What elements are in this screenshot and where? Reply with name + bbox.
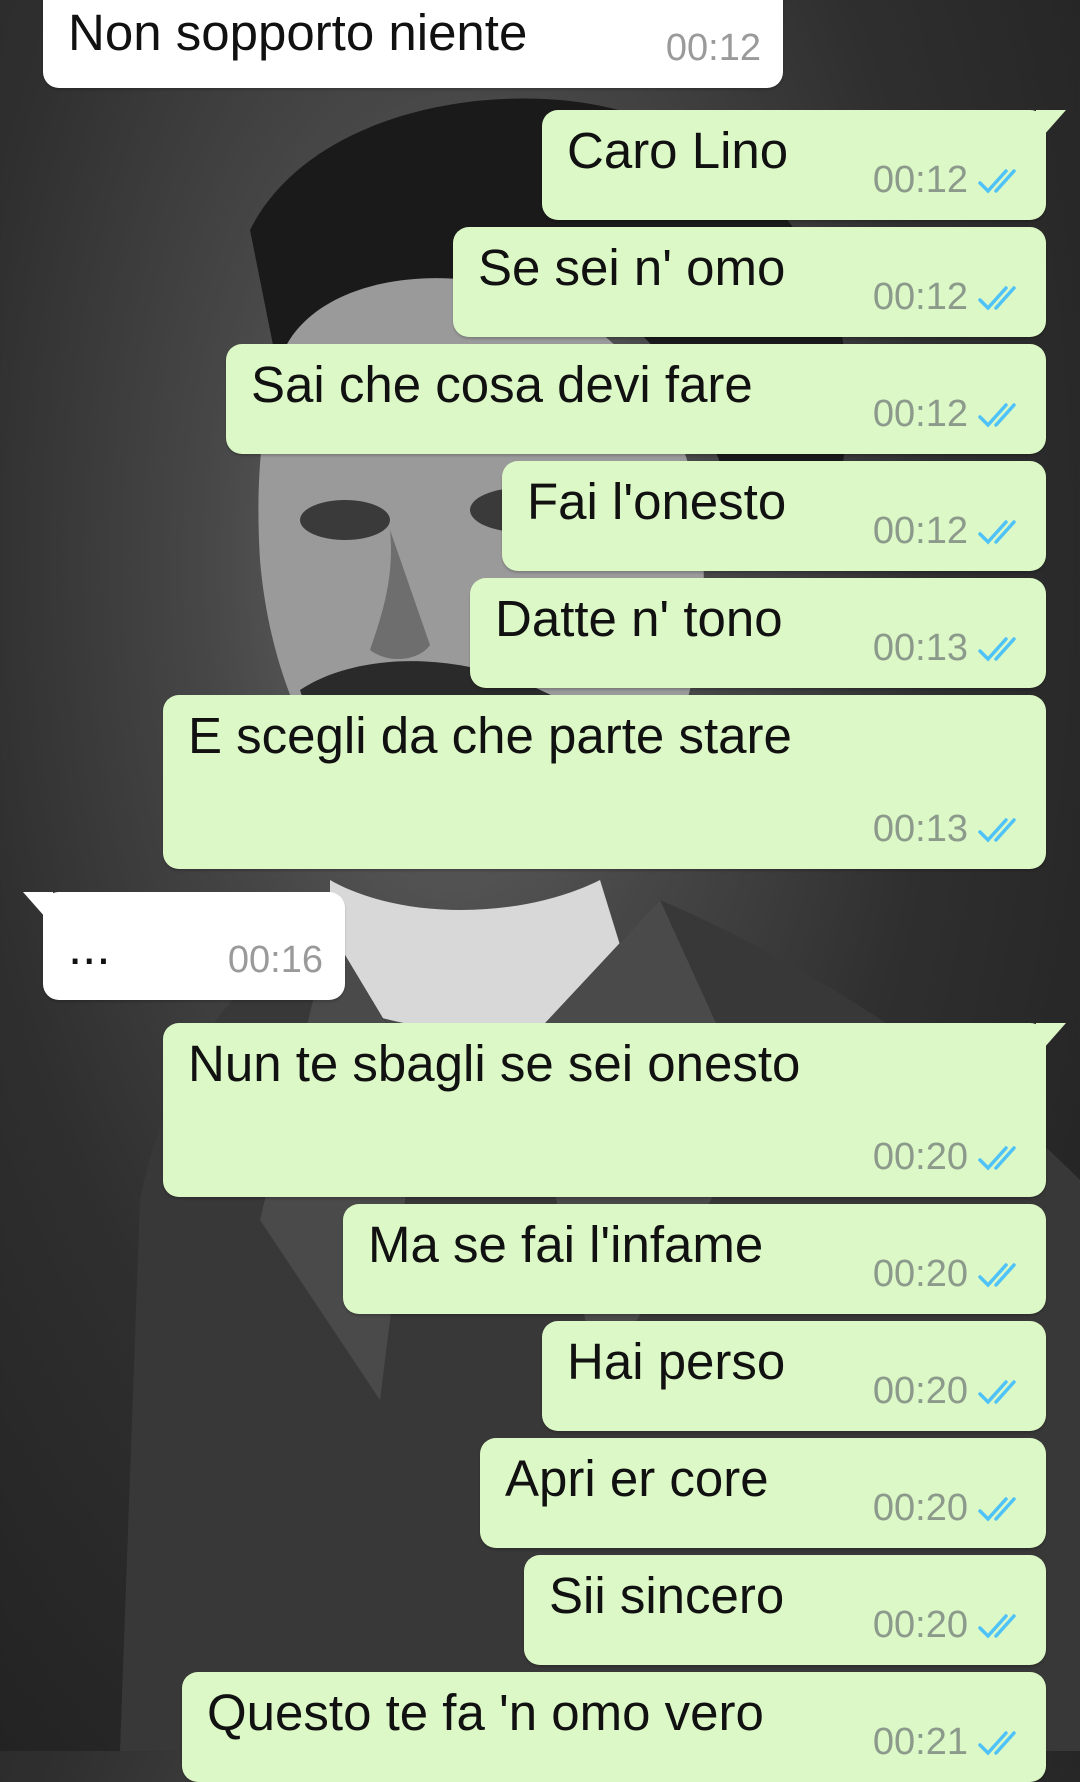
message-timestamp: 00:12 [665, 27, 761, 69]
message-text: Apri er core [505, 1450, 769, 1507]
message-bubble-outgoing[interactable]: Caro Lino 00:12 [542, 110, 1066, 220]
message-bubble-outgoing[interactable]: Hai perso 00:20 [542, 1321, 1046, 1431]
message-bubble-outgoing[interactable]: Questo te fa 'n omo vero 00:21 [182, 1672, 1046, 1782]
message-text: Hai perso [567, 1333, 786, 1390]
message-bubble-outgoing[interactable]: Datte n' tono 00:13 [470, 578, 1046, 688]
double-check-icon [978, 1379, 1016, 1405]
message-timestamp: 00:20 [872, 1253, 968, 1295]
message-timestamp: 00:12 [872, 276, 968, 318]
message-text: Questo te fa 'n omo vero [207, 1684, 764, 1741]
message-timestamp: 00:20 [872, 1370, 968, 1412]
message-text: Caro Lino [567, 122, 789, 179]
message-timestamp: 00:13 [872, 808, 968, 850]
message-timestamp: 00:13 [872, 627, 968, 669]
message-text: E scegli da che parte stare [188, 707, 792, 764]
message-bubble-outgoing[interactable]: Ma se fai l'infame 00:20 [343, 1204, 1046, 1314]
double-check-icon [978, 1496, 1016, 1522]
message-text: Datte n' tono [495, 590, 783, 647]
message-text: Fai l'onesto [527, 473, 787, 530]
message-text: ... [68, 918, 111, 975]
message-timestamp: 00:20 [872, 1487, 968, 1529]
double-check-icon [978, 519, 1016, 545]
message-text: Ma se fai l'infame [368, 1216, 764, 1273]
bubble-tail [23, 892, 53, 926]
message-bubble-incoming[interactable]: ... 00:16 [23, 892, 345, 1000]
message-bubble-outgoing[interactable]: E scegli da che parte stare 00:13 [163, 695, 1046, 869]
double-check-icon [978, 1262, 1016, 1288]
message-timestamp: 00:20 [872, 1136, 968, 1178]
double-check-icon [978, 285, 1016, 311]
message-text: Nun te sbagli se sei onesto [188, 1035, 801, 1092]
double-check-icon [978, 1613, 1016, 1639]
double-check-icon [978, 1145, 1016, 1171]
message-bubble-outgoing[interactable]: Apri er core 00:20 [480, 1438, 1046, 1548]
message-bubble-outgoing[interactable]: Fai l'onesto 00:12 [502, 461, 1046, 571]
message-text: Non sopporto niente [68, 4, 528, 61]
message-timestamp: 00:12 [872, 510, 968, 552]
message-timestamp: 00:12 [872, 393, 968, 435]
message-bubble-outgoing[interactable]: Se sei n' omo 00:12 [453, 227, 1046, 337]
message-text: Se sei n' omo [478, 239, 786, 296]
double-check-icon [978, 817, 1016, 843]
message-text: Sii sincero [549, 1567, 785, 1624]
double-check-icon [978, 1730, 1016, 1756]
chat-message-list[interactable]: Non sopporto niente 00:12 Caro Lino 00:1… [0, 0, 1080, 1782]
message-timestamp: 00:21 [872, 1721, 968, 1763]
message-bubble-outgoing[interactable]: Nun te sbagli se sei onesto 00:20 [163, 1023, 1066, 1197]
message-bubble-incoming[interactable]: Non sopporto niente 00:12 [43, 0, 783, 88]
message-timestamp: 00:12 [872, 159, 968, 201]
message-timestamp: 00:20 [872, 1604, 968, 1646]
double-check-icon [978, 402, 1016, 428]
double-check-icon [978, 636, 1016, 662]
bubble-tail [1036, 110, 1066, 144]
message-bubble-outgoing[interactable]: Sai che cosa devi fare 00:12 [226, 344, 1046, 454]
double-check-icon [978, 168, 1016, 194]
bubble-tail [1036, 1023, 1066, 1057]
message-text: Sai che cosa devi fare [251, 356, 753, 413]
message-bubble-outgoing[interactable]: Sii sincero 00:20 [524, 1555, 1046, 1665]
message-timestamp: 00:16 [227, 939, 323, 981]
